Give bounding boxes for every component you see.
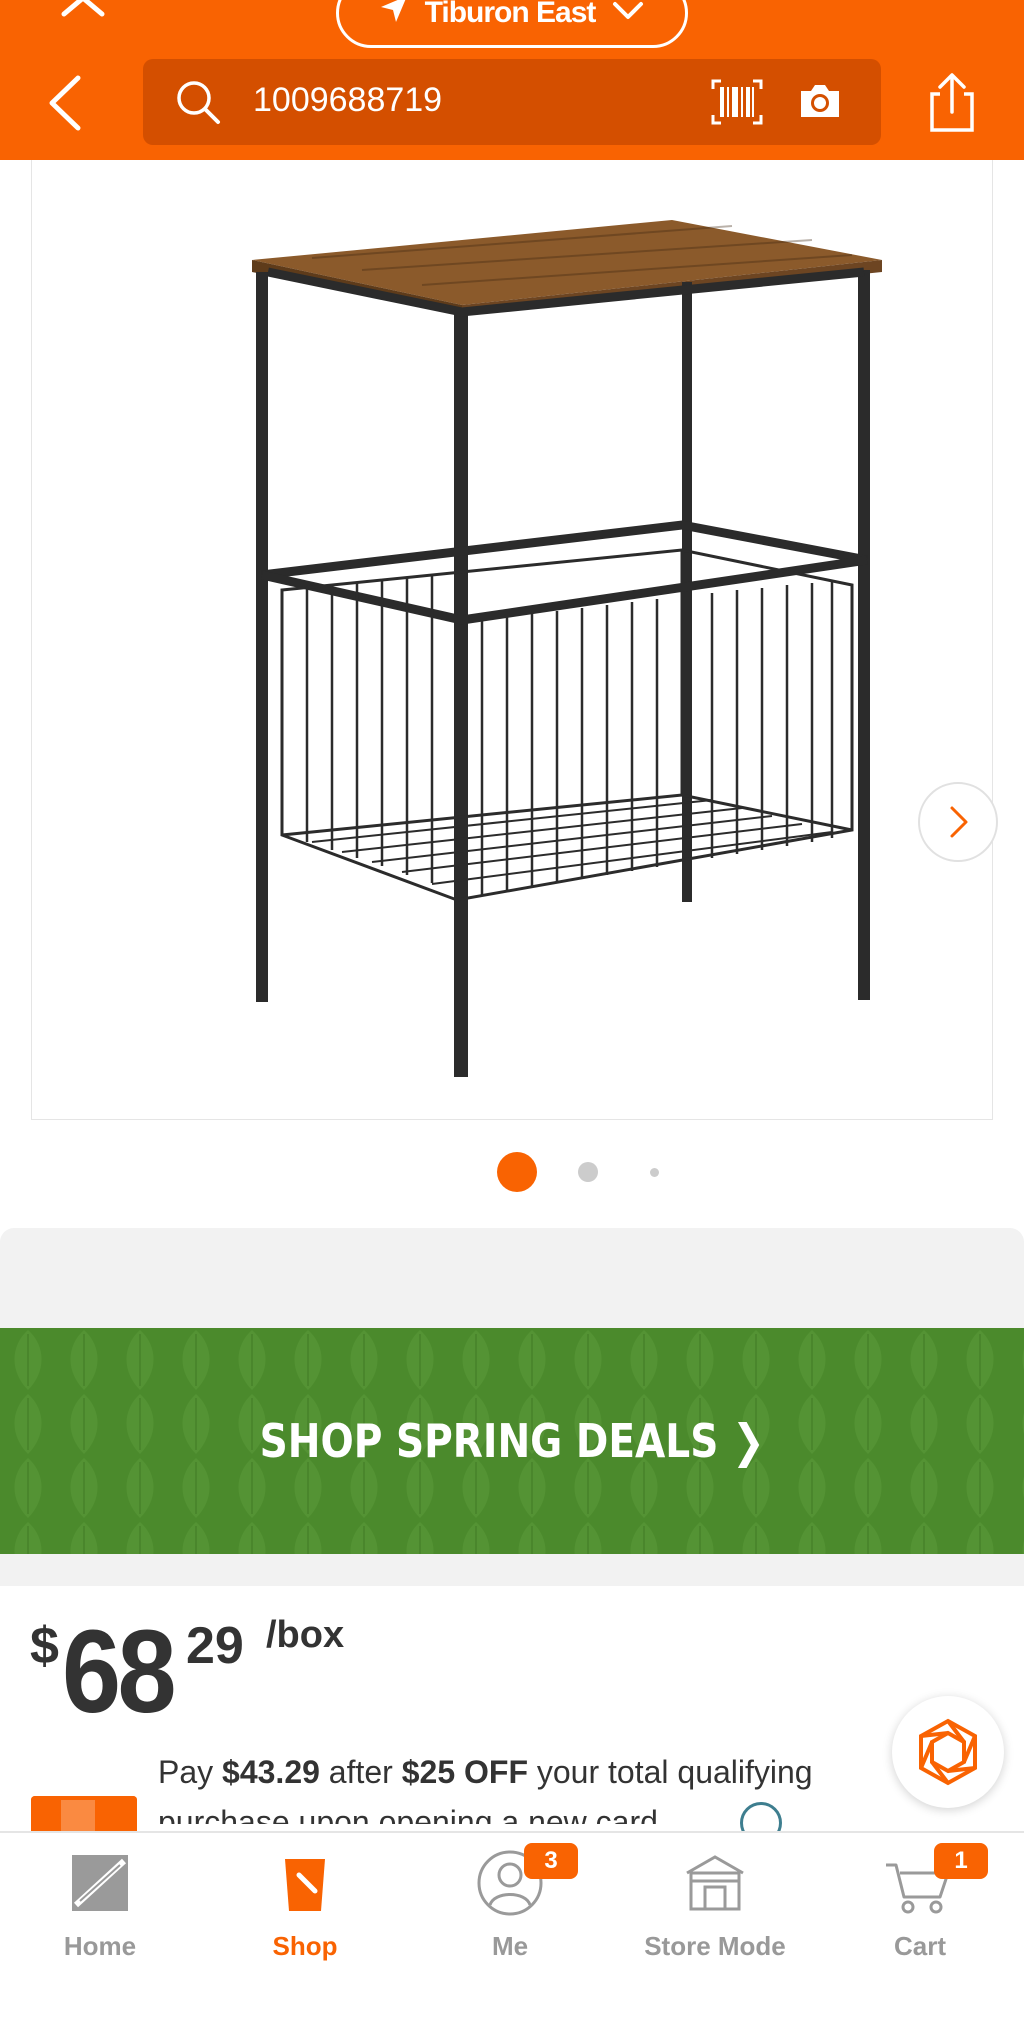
barcode-icon[interactable] (711, 79, 763, 125)
price-whole: 68 (62, 1606, 177, 1738)
financing-pay-amount: $43.29 (222, 1754, 320, 1790)
pagination-dot[interactable] (650, 1168, 659, 1177)
chat-assistant-icon (919, 1718, 977, 1786)
nav-home-label: Home (63, 1931, 137, 1961)
home-depot-logo-icon (60, 1843, 140, 1923)
bottom-navigation: Home Shop 3 Me Store Mode 1 Cart (0, 1831, 1024, 2043)
cart-icon: 1 (880, 1843, 988, 1923)
chat-assistant-button[interactable] (892, 1696, 1004, 1808)
gallery-pagination (0, 1150, 1024, 1194)
close-icon[interactable] (58, 0, 108, 28)
financing-discount: $25 OFF (401, 1754, 528, 1790)
nav-me-label: Me (491, 1931, 529, 1961)
nav-cart-label: Cart (893, 1931, 946, 1961)
financing-offer-line2: purchase upon opening a new card (158, 1804, 658, 1824)
nav-store-mode-label: Store Mode (644, 1931, 786, 1961)
user-icon: 3 (470, 1843, 578, 1923)
chevron-right-icon (950, 806, 968, 838)
share-button[interactable] (926, 72, 978, 134)
app-header: Tiburon East 1009688719 (0, 0, 1024, 160)
pagination-dot-active[interactable] (497, 1152, 537, 1192)
price-dollar-sign: $ (30, 1617, 59, 1675)
nav-shop[interactable]: Shop (205, 1843, 405, 1973)
price-cents: 29 (186, 1617, 244, 1675)
me-badge: 3 (524, 1843, 578, 1879)
credit-card-image (31, 1796, 137, 1836)
gallery-bottom-edge (0, 1200, 1024, 1228)
back-icon (49, 75, 81, 131)
location-arrow-icon (379, 0, 409, 32)
product-image-gallery[interactable] (31, 160, 998, 1120)
nav-me[interactable]: 3 Me (410, 1843, 610, 1973)
product-image (252, 220, 882, 1077)
cart-badge: 1 (934, 1843, 988, 1879)
section-divider (0, 1228, 1024, 1328)
promo-label: SHOP SPRING DEALS ❯ (259, 1414, 765, 1468)
camera-icon[interactable] (797, 81, 843, 121)
chevron-down-icon (611, 0, 645, 30)
search-value[interactable]: 1009688719 (253, 81, 442, 120)
nav-home[interactable]: Home (0, 1843, 200, 1973)
pagination-dot[interactable] (578, 1162, 598, 1182)
nav-store-mode[interactable]: Store Mode (615, 1843, 815, 1973)
spring-deals-banner[interactable]: SHOP SPRING DEALS ❯ (0, 1328, 1024, 1554)
next-image-button[interactable] (918, 782, 998, 862)
section-divider (0, 1554, 1024, 1586)
store-name: Tiburon East (424, 0, 597, 29)
store-selector[interactable]: Tiburon East (336, 0, 688, 48)
price-section: $ 68 29 /box Pay $43.29 after $25 OFF yo… (0, 1586, 1024, 1844)
financing-after: after (328, 1754, 393, 1790)
financing-rest: your total qualifying (536, 1754, 813, 1790)
back-button[interactable] (40, 70, 96, 136)
search-icon (175, 79, 221, 125)
financing-pay-prefix: Pay (158, 1754, 214, 1790)
nav-shop-label: Shop (272, 1931, 338, 1961)
nav-cart[interactable]: 1 Cart (820, 1843, 1020, 1973)
shop-bucket-icon (265, 1843, 345, 1923)
share-icon (930, 73, 974, 132)
price-unit: /box (266, 1614, 345, 1656)
search-input[interactable]: 1009688719 (143, 59, 881, 145)
store-icon (675, 1843, 755, 1923)
financing-offer: Pay $43.29 after $25 OFF your total qual… (158, 1754, 813, 1791)
